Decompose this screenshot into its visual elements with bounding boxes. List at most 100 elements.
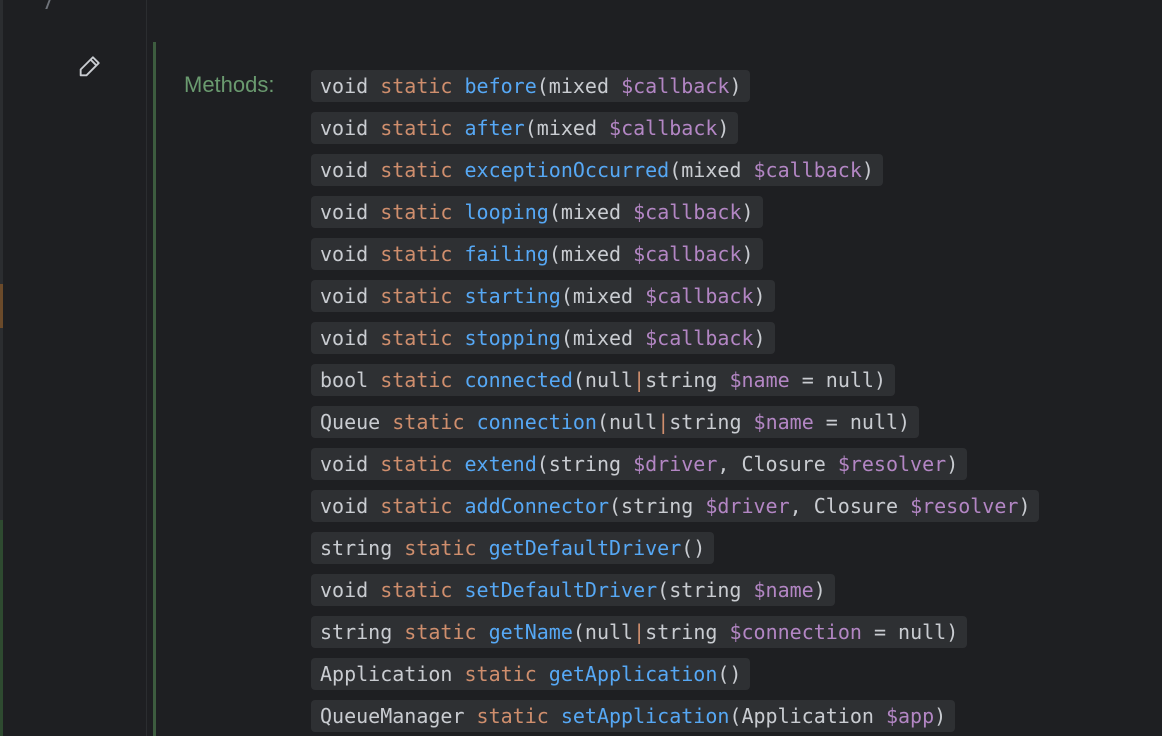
change-marker-modified[interactable]	[0, 284, 3, 328]
param-text: (mixed	[560, 326, 646, 350]
return-type: void	[320, 158, 369, 182]
modifier-keyword: static	[380, 284, 453, 308]
modifier-keyword: static	[380, 578, 453, 602]
param-text: (mixed	[524, 116, 610, 140]
return-type: void	[320, 116, 369, 140]
return-type: void	[320, 326, 369, 350]
method-list: void static before(mixed $callback) void …	[311, 70, 1040, 736]
method-signature[interactable]: void static starting(mixed $callback)	[311, 280, 775, 312]
modifier-keyword: static	[404, 536, 477, 560]
change-marker-added[interactable]	[0, 520, 3, 736]
return-type: void	[320, 452, 369, 476]
param-text: (mixed	[669, 158, 754, 182]
param-text: = null)	[789, 368, 886, 392]
method-signature[interactable]: void static exceptionOccurred(mixed $cal…	[311, 154, 883, 186]
pencil-icon[interactable]	[76, 52, 104, 80]
modifier-keyword: static	[380, 242, 453, 266]
param-text: )	[861, 158, 874, 182]
return-type: string	[320, 536, 393, 560]
method-signature[interactable]: QueueManager static setApplication(Appli…	[311, 700, 956, 732]
method-row: void static looping(mixed $callback)	[311, 196, 1039, 228]
method-signature[interactable]: void static setDefaultDriver(string $nam…	[311, 574, 835, 606]
method-signature[interactable]: void static looping(mixed $callback)	[311, 196, 763, 228]
method-name: setDefaultDriver	[464, 578, 658, 602]
method-signature[interactable]: string static getDefaultDriver()	[311, 532, 715, 564]
method-row: void static extend(string $driver, Closu…	[311, 448, 1039, 480]
param-text: (null	[572, 368, 634, 392]
param-text: (string	[609, 494, 706, 518]
param-variable: $callback	[633, 200, 742, 224]
modifier-keyword: static	[392, 410, 465, 434]
param-text: = null)	[813, 410, 911, 434]
method-name: failing	[464, 242, 549, 266]
param-text: )	[934, 704, 947, 728]
param-variable: $driver	[633, 452, 718, 476]
method-signature[interactable]: void static before(mixed $callback)	[311, 70, 751, 102]
method-name: exceptionOccurred	[464, 158, 670, 182]
return-type: void	[320, 494, 369, 518]
method-row: void static stopping(mixed $callback)	[311, 322, 1039, 354]
param-text: )	[729, 74, 742, 98]
return-type: Queue	[320, 410, 381, 434]
param-text: (mixed	[536, 74, 622, 98]
param-type: string	[669, 410, 754, 434]
method-signature[interactable]: void static after(mixed $callback)	[311, 112, 739, 144]
methods-label: Methods:	[184, 72, 275, 97]
param-variable: $name	[753, 578, 814, 602]
modifier-keyword: static	[380, 452, 453, 476]
method-row: string static getDefaultDriver()	[311, 532, 1039, 564]
param-text: (null	[596, 410, 658, 434]
param-text: ()	[717, 662, 742, 686]
modifier-keyword: static	[476, 704, 549, 728]
method-row: Queue static connection(null|string $nam…	[311, 406, 1039, 438]
method-signature[interactable]: Application static getApplication()	[311, 658, 751, 690]
method-signature[interactable]: void static stopping(mixed $callback)	[311, 322, 775, 354]
modifier-keyword: static	[464, 662, 537, 686]
param-text: )	[741, 242, 754, 266]
modifier-keyword: static	[380, 200, 453, 224]
method-row: void static exceptionOccurred(mixed $cal…	[311, 154, 1039, 186]
method-name: getName	[488, 620, 573, 644]
modifier-keyword: static	[380, 74, 453, 98]
method-name: starting	[464, 284, 561, 308]
method-name: addConnector	[464, 494, 610, 518]
union-pipe: |	[633, 368, 646, 392]
param-type: string	[645, 368, 730, 392]
modifier-keyword: static	[380, 116, 453, 140]
modifier-keyword: static	[380, 158, 453, 182]
method-signature[interactable]: string static getName(null|string $conne…	[311, 616, 968, 648]
param-text: )	[717, 116, 730, 140]
param-text: ()	[681, 536, 706, 560]
param-text: = null)	[861, 620, 959, 644]
modifier-keyword: static	[404, 620, 477, 644]
union-pipe: |	[633, 620, 646, 644]
param-text: , Closure	[789, 494, 911, 518]
return-type: void	[320, 200, 369, 224]
method-row: QueueManager static setApplication(Appli…	[311, 700, 1039, 732]
method-signature[interactable]: void static extend(string $driver, Closu…	[311, 448, 968, 480]
param-text: )	[753, 284, 766, 308]
param-variable: $resolver	[910, 494, 1019, 518]
param-text: , Closure	[717, 452, 838, 476]
param-text: (Application	[729, 704, 886, 728]
method-name: extend	[464, 452, 537, 476]
union-pipe: |	[657, 410, 670, 434]
line-number: 7	[42, 0, 55, 14]
param-text: (mixed	[548, 200, 634, 224]
method-row: void static setDefaultDriver(string $nam…	[311, 574, 1039, 606]
param-variable: $app	[885, 704, 935, 728]
modifier-keyword: static	[380, 326, 453, 350]
method-row: string static getName(null|string $conne…	[311, 616, 1039, 648]
param-text: )	[946, 452, 959, 476]
method-signature[interactable]: void static failing(mixed $callback)	[311, 238, 763, 270]
method-signature[interactable]: bool static connected(null|string $name …	[311, 364, 895, 396]
param-variable: $connection	[729, 620, 862, 644]
method-signature[interactable]: Queue static connection(null|string $nam…	[311, 406, 920, 438]
method-name: setApplication	[560, 704, 730, 728]
method-row: void static addConnector(string $driver,…	[311, 490, 1040, 522]
method-signature[interactable]: void static addConnector(string $driver,…	[311, 490, 1040, 522]
param-variable: $callback	[753, 158, 862, 182]
param-variable: $callback	[645, 326, 754, 350]
param-text: (mixed	[548, 242, 634, 266]
param-variable: $callback	[609, 116, 718, 140]
